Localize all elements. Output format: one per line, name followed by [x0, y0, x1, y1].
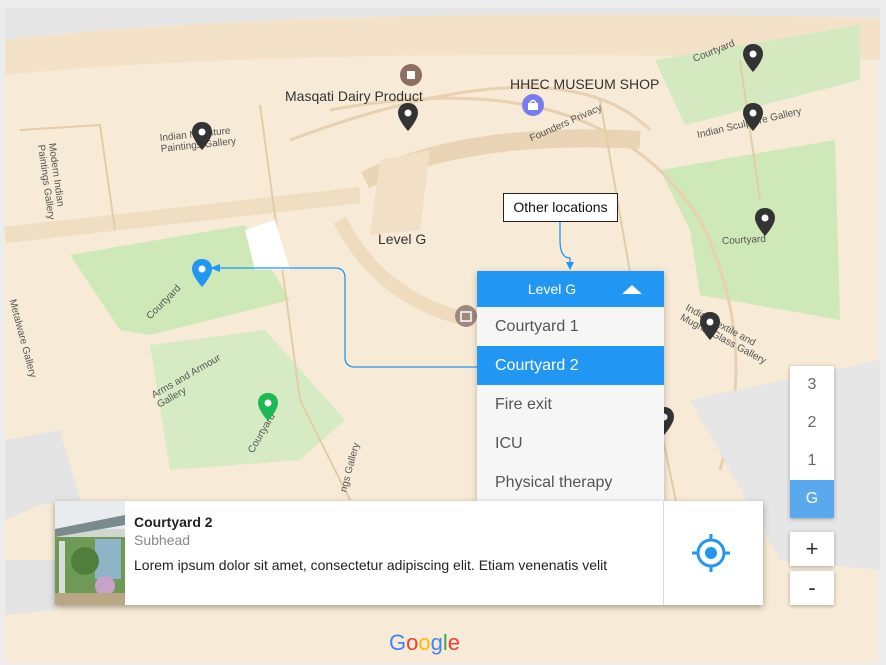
map-label-masqati: Masqati Dairy Product	[285, 88, 423, 104]
shop-icon[interactable]	[400, 64, 422, 86]
floor-button-g[interactable]: G	[790, 480, 834, 518]
map-app: Masqati Dairy Product HHEC MUSEUM SHOP F…	[0, 0, 886, 665]
place-info-card[interactable]: Courtyard 2 Subhead Lorem ipsum dolor si…	[55, 501, 763, 605]
map-label-museum-shop: HHEC MUSEUM SHOP	[510, 76, 660, 92]
map-level-label: Level G	[378, 231, 427, 247]
location-dropdown[interactable]: Level G Courtyard 1 Courtyard 2 Fire exi…	[477, 271, 664, 502]
green-place-pin-icon[interactable]	[258, 393, 278, 421]
floor-button-2[interactable]: 2	[790, 404, 834, 442]
other-locations-callout: Other locations	[503, 193, 618, 222]
google-logo: Google	[389, 630, 461, 655]
place-description: Lorem ipsum dolor sit amet, consectetur …	[134, 557, 608, 573]
dropdown-item-fire-exit[interactable]: Fire exit	[477, 385, 664, 424]
place-pin-icon[interactable]	[743, 44, 763, 72]
place-pin-icon[interactable]	[743, 103, 763, 131]
selected-place-pin-icon[interactable]	[192, 259, 212, 287]
dropdown-item-physical-therapy[interactable]: Physical therapy	[477, 463, 664, 502]
dropdown-item-courtyard-1[interactable]: Courtyard 1	[477, 307, 664, 346]
place-pin-icon[interactable]	[755, 208, 775, 236]
caret-up-icon[interactable]	[622, 285, 642, 294]
level-select-label: Level G	[527, 281, 577, 297]
level-select-header[interactable]: Level G	[477, 271, 664, 307]
place-pin-icon[interactable]	[700, 312, 720, 340]
place-title: Courtyard 2	[134, 514, 213, 530]
floor-button-1[interactable]: 1	[790, 442, 834, 480]
floor-selector: 3 2 1 G	[790, 366, 834, 518]
zoom-in-button[interactable]: +	[790, 532, 834, 566]
museum-icon[interactable]	[455, 305, 477, 327]
dropdown-item-icu[interactable]: ICU	[477, 424, 664, 463]
museum-shop-icon[interactable]	[522, 94, 544, 116]
place-photo	[55, 501, 125, 605]
locate-icon[interactable]	[691, 533, 731, 573]
floor-button-3[interactable]: 3	[790, 366, 834, 404]
place-pin-icon[interactable]	[398, 103, 418, 131]
card-divider	[663, 501, 664, 605]
dropdown-item-courtyard-2[interactable]: Courtyard 2	[477, 346, 664, 385]
zoom-out-button[interactable]: -	[790, 571, 834, 605]
place-subhead: Subhead	[134, 532, 191, 548]
place-pin-icon[interactable]	[192, 122, 212, 150]
